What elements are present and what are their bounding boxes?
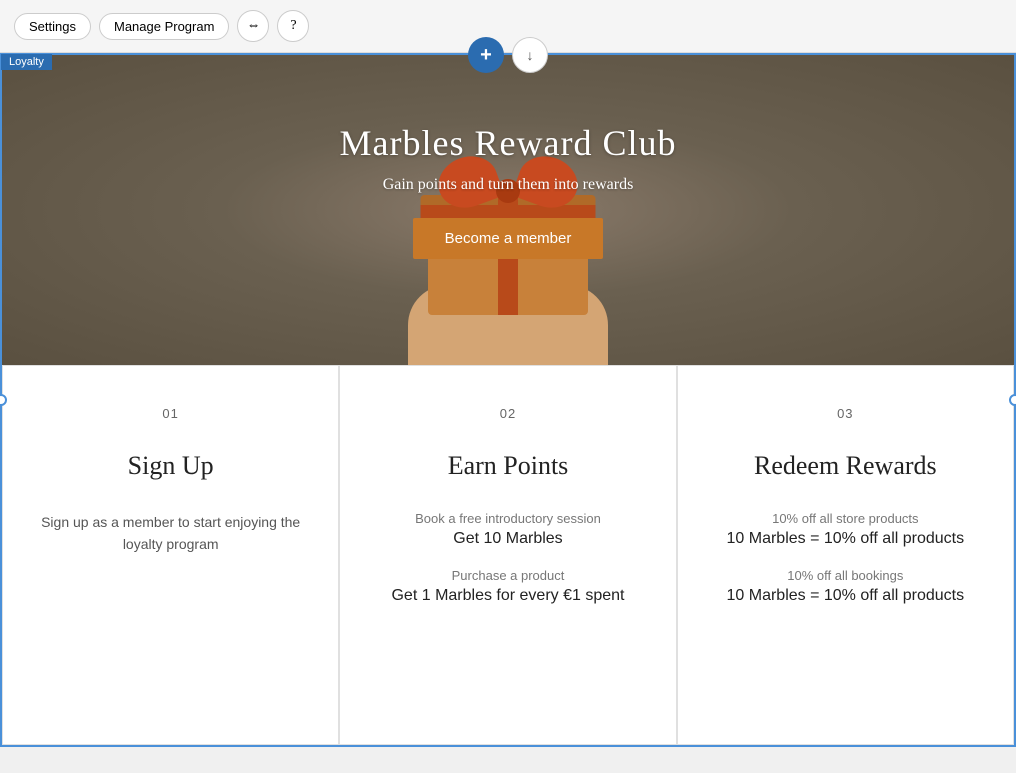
arrows-icon: ⇔: [246, 18, 260, 34]
earn-item-2-value: Get 1 Marbles for every €1 spent: [370, 587, 645, 605]
arrows-icon-button[interactable]: ⇔: [237, 10, 269, 42]
card-redeem-rewards: 03 Redeem Rewards 10% off all store prod…: [677, 365, 1014, 745]
download-icon: ↓: [527, 47, 534, 63]
hero-content: Marbles Reward Club Gain points and turn…: [340, 122, 677, 299]
card-title-1: Sign Up: [33, 451, 308, 481]
earn-item-1-value: Get 10 Marbles: [370, 530, 645, 548]
card-title-2: Earn Points: [370, 451, 645, 481]
hero-section: Marbles Reward Club Gain points and turn…: [2, 55, 1014, 365]
add-block-button[interactable]: +: [468, 37, 504, 73]
card-signup: 01 Sign Up Sign up as a member to start …: [2, 365, 339, 745]
download-button[interactable]: ↓: [512, 37, 548, 73]
earn-item-1: Book a free introductory session Get 10 …: [370, 511, 645, 548]
earn-item-1-label: Book a free introductory session: [370, 511, 645, 526]
redeem-item-1-value: 10 Marbles = 10% off all products: [708, 530, 983, 548]
help-icon: ?: [290, 18, 296, 34]
become-member-button[interactable]: Become a member: [413, 218, 604, 259]
plus-icon: +: [480, 44, 492, 67]
redeem-item-2: 10% off all bookings 10 Marbles = 10% of…: [708, 568, 983, 605]
page-wrapper: Loyalty + ↓ Marbles Re: [0, 53, 1016, 747]
card-number-2: 02: [370, 406, 645, 421]
loyalty-tag: Loyalty: [1, 54, 52, 70]
card-number-3: 03: [708, 406, 983, 421]
help-icon-button[interactable]: ?: [277, 10, 309, 42]
card-number-1: 01: [33, 406, 308, 421]
hero-subtitle: Gain points and turn them into rewards: [340, 176, 677, 194]
redeem-item-2-value: 10 Marbles = 10% off all products: [708, 587, 983, 605]
card-title-3: Redeem Rewards: [708, 451, 983, 481]
redeem-item-1-label: 10% off all store products: [708, 511, 983, 526]
hero-title: Marbles Reward Club: [340, 122, 677, 164]
redeem-item-2-label: 10% off all bookings: [708, 568, 983, 583]
right-resize-handle[interactable]: [1009, 394, 1016, 406]
cards-section: 01 Sign Up Sign up as a member to start …: [2, 365, 1014, 745]
manage-program-button[interactable]: Manage Program: [99, 13, 229, 40]
card-desc-1: Sign up as a member to start enjoying th…: [33, 511, 308, 556]
earn-item-2-label: Purchase a product: [370, 568, 645, 583]
earn-item-2: Purchase a product Get 1 Marbles for eve…: [370, 568, 645, 605]
card-earn-points: 02 Earn Points Book a free introductory …: [339, 365, 676, 745]
float-actions: + ↓: [468, 37, 548, 73]
settings-button[interactable]: Settings: [14, 13, 91, 40]
redeem-item-1: 10% off all store products 10 Marbles = …: [708, 511, 983, 548]
